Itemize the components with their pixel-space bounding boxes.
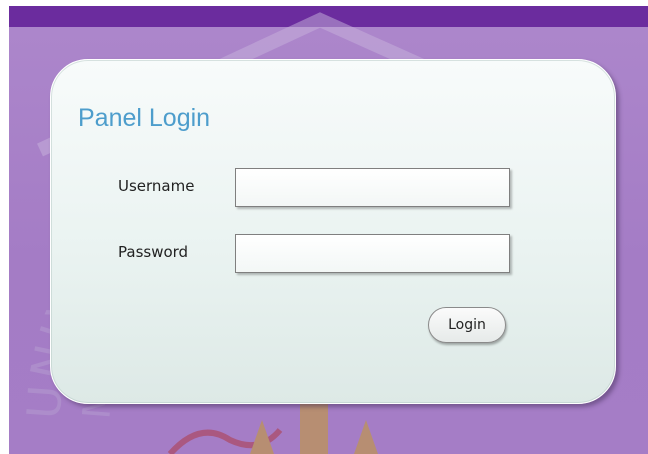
password-label: Password xyxy=(118,243,189,261)
header-bar xyxy=(9,6,648,27)
login-screen: UNIVERSITAS ISLAM NEGERI MAULANA MALIK I… xyxy=(0,0,648,454)
username-label: Username xyxy=(118,177,195,195)
panel-title: Panel Login xyxy=(78,104,211,132)
login-panel: Panel Login Username Password Login xyxy=(50,59,616,404)
username-input[interactable] xyxy=(235,168,510,207)
login-button[interactable]: Login xyxy=(428,307,506,343)
password-input[interactable] xyxy=(235,234,510,273)
